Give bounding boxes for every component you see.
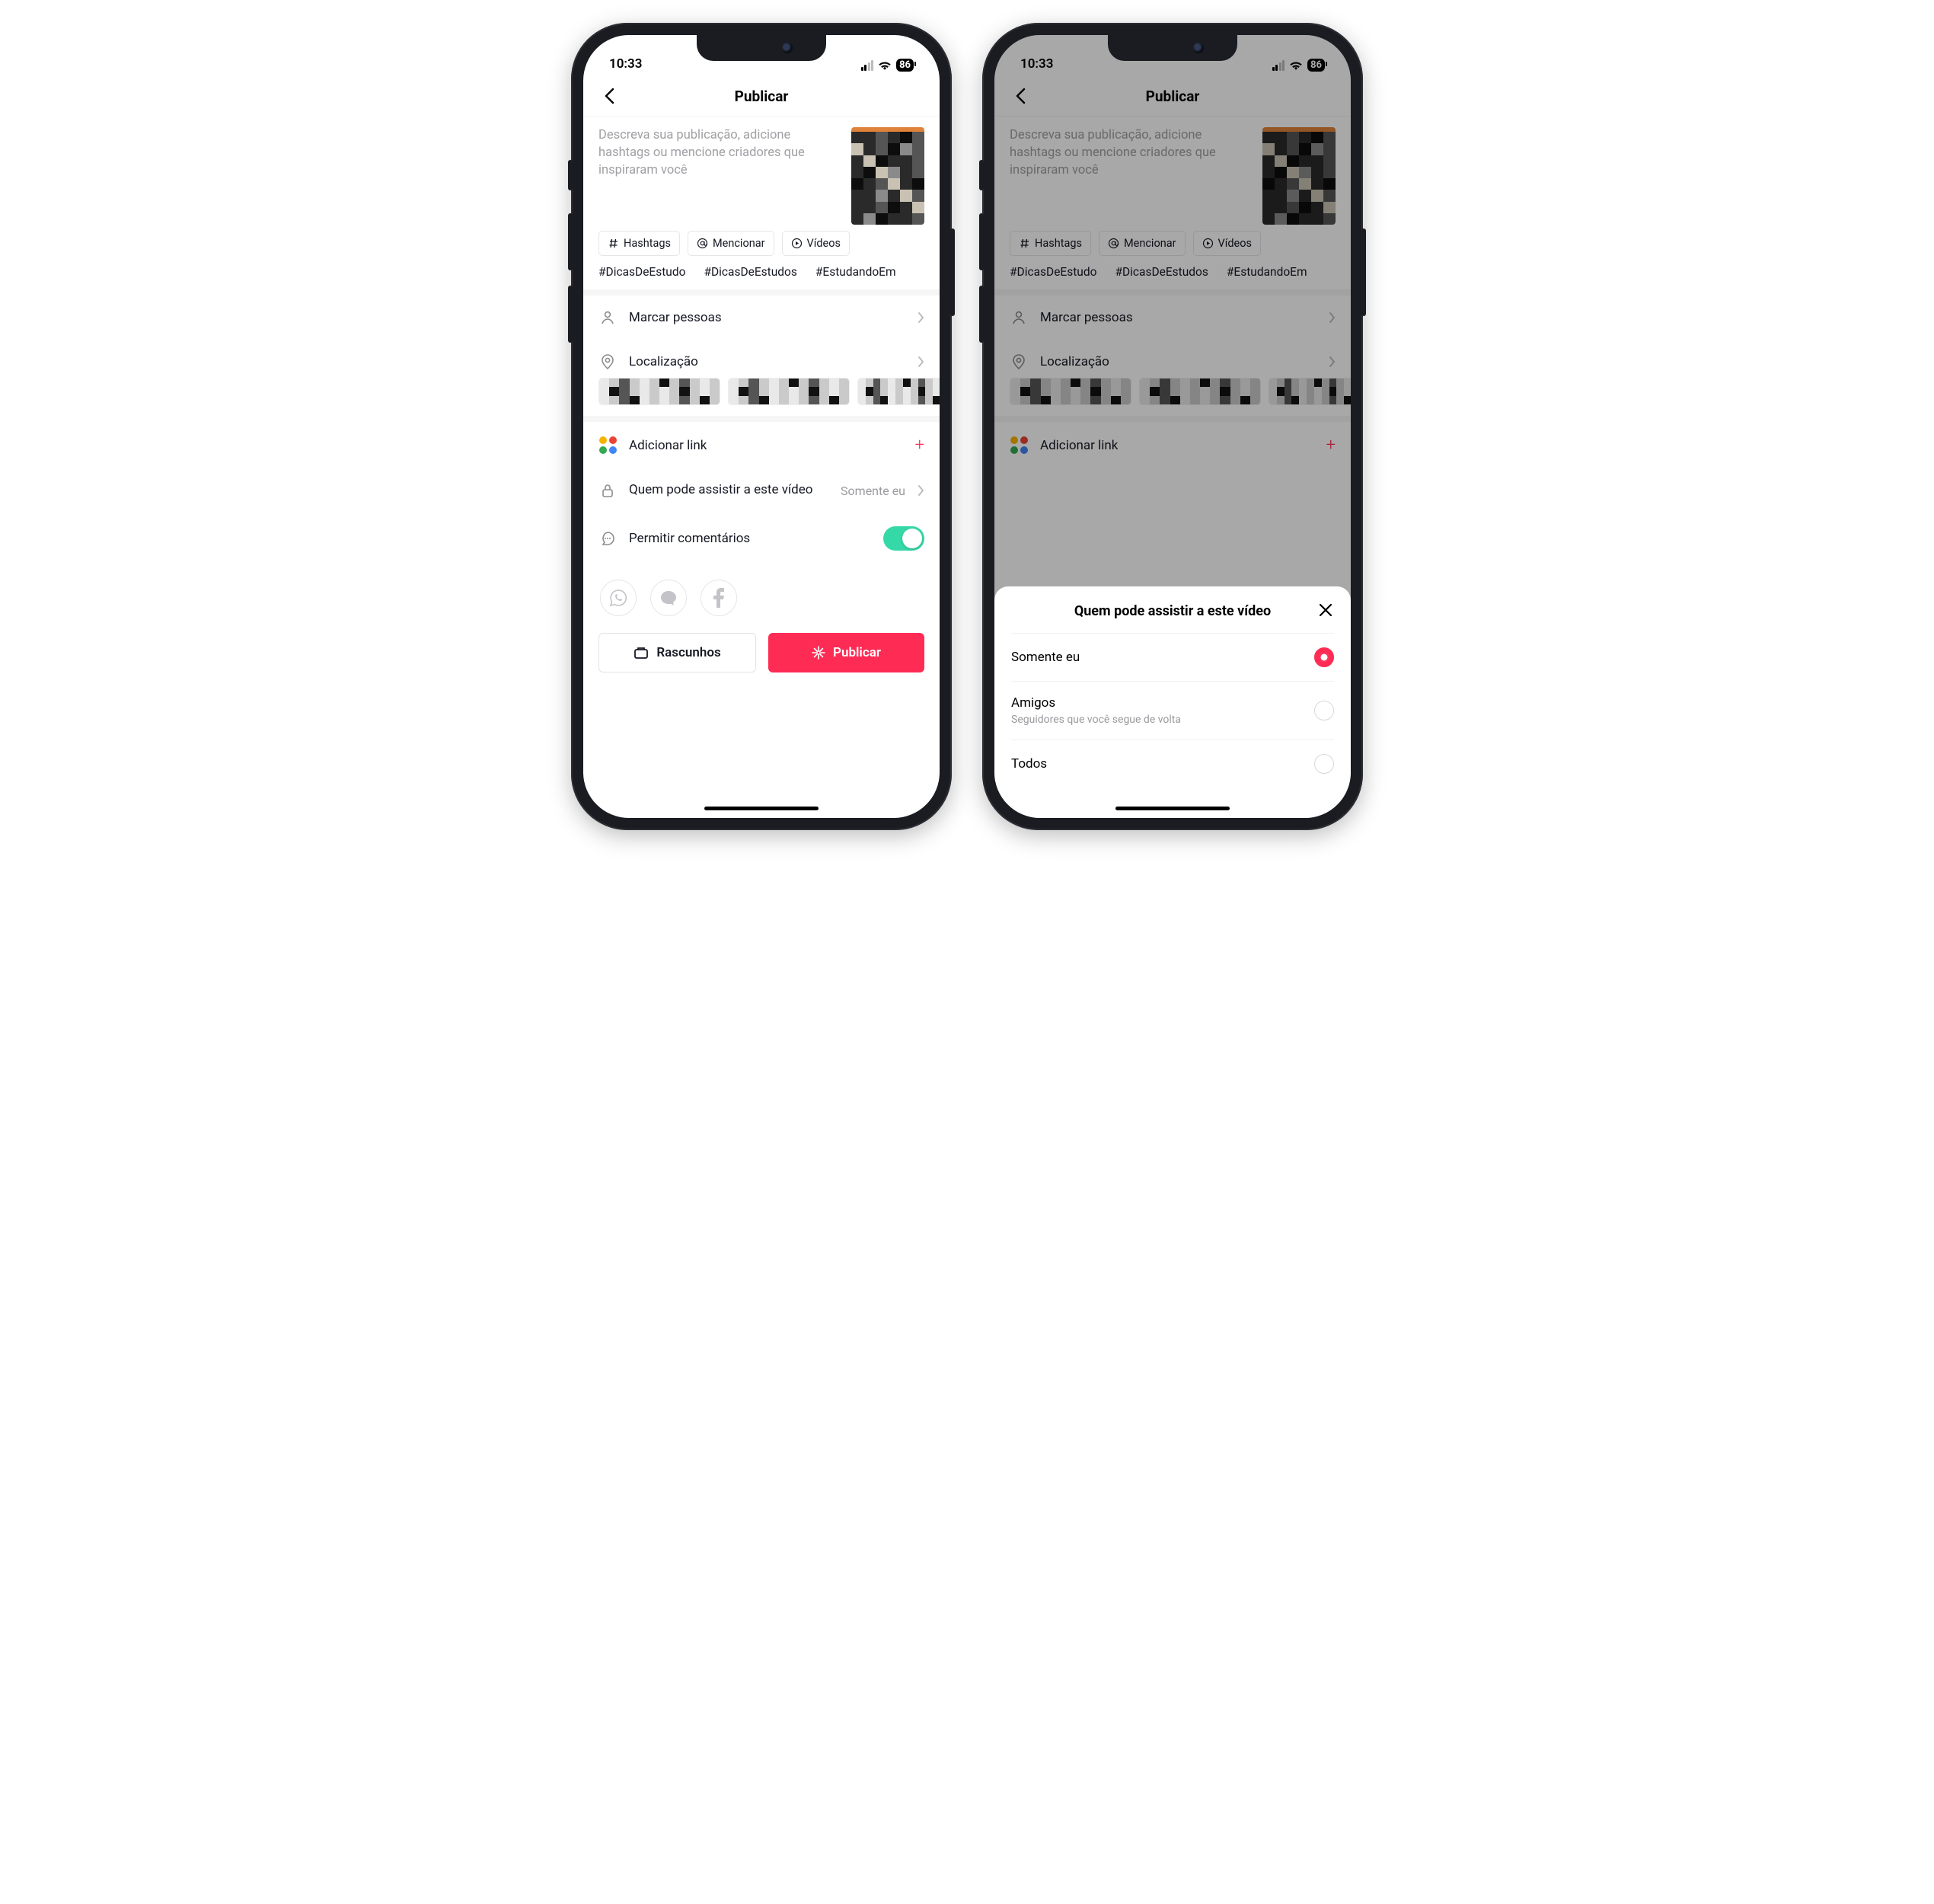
privacy-row[interactable]: Quem pode assistir a este vídeo Somente …: [583, 468, 940, 513]
comments-toggle[interactable]: [883, 526, 924, 551]
close-icon: [1317, 602, 1334, 618]
hash-icon: [608, 238, 619, 249]
hashtag-suggestion[interactable]: #DicasDeEstudo: [598, 265, 685, 279]
clock: 10:33: [609, 56, 642, 72]
play-circle-icon: [791, 238, 803, 249]
phone-frame-left: 10:33 86 Publicar Descreva sua publicaçã…: [571, 23, 952, 830]
video-thumbnail[interactable]: [851, 127, 924, 225]
videos-chip[interactable]: Vídeos: [782, 231, 850, 256]
location-suggestions[interactable]: [583, 378, 940, 416]
privacy-option-only-me[interactable]: Somente eu: [1011, 633, 1334, 681]
person-icon: [598, 309, 617, 326]
plus-icon: +: [915, 436, 924, 455]
hashtag-suggestion[interactable]: #EstudandoEm: [815, 265, 896, 279]
hashtag-suggestion[interactable]: #DicasDeEstudos: [704, 265, 796, 279]
close-button[interactable]: [1317, 602, 1334, 618]
publish-button[interactable]: Publicar: [768, 633, 924, 672]
tag-people-row[interactable]: Marcar pessoas: [583, 296, 940, 340]
share-facebook[interactable]: [701, 580, 737, 616]
cell-signal-icon: [861, 60, 874, 71]
link-apps-icon: [598, 436, 617, 454]
location-chip[interactable]: [728, 378, 850, 405]
location-chip[interactable]: [857, 378, 940, 405]
chevron-right-icon: [918, 311, 924, 324]
notch: [1108, 35, 1237, 61]
whatsapp-icon: [608, 588, 628, 608]
notch: [697, 35, 826, 61]
wifi-icon: [878, 60, 892, 71]
home-indicator: [704, 807, 819, 810]
add-link-row[interactable]: Adicionar link +: [583, 422, 940, 468]
chevron-right-icon: [918, 484, 924, 497]
caption-input[interactable]: Descreva sua publicação, adicione hashta…: [598, 127, 841, 225]
comments-row: Permitir comentários: [583, 513, 940, 564]
facebook-icon: [713, 588, 724, 608]
location-chip[interactable]: [598, 378, 720, 405]
privacy-sheet: Quem pode assistir a este vídeo Somente …: [994, 586, 1351, 818]
header: Publicar: [583, 76, 940, 116]
radio-selected-icon: [1314, 647, 1334, 667]
back-button[interactable]: [598, 85, 620, 107]
at-icon: [697, 238, 708, 249]
share-message[interactable]: [650, 580, 687, 616]
drafts-button[interactable]: Rascunhos: [598, 633, 756, 672]
mention-chip[interactable]: Mencionar: [688, 231, 774, 256]
radio-unselected-icon: [1314, 701, 1334, 720]
hashtag-suggestions[interactable]: #DicasDeEstudo #DicasDeEstudos #Estudand…: [583, 265, 940, 289]
location-row[interactable]: Localização: [583, 340, 940, 378]
privacy-option-everyone[interactable]: Todos: [1011, 740, 1334, 787]
location-icon: [598, 353, 617, 370]
phone-frame-right: 10:33 86 Publicar Descreva sua publicaçã…: [982, 23, 1363, 830]
page-title: Publicar: [735, 88, 789, 105]
lock-icon: [598, 482, 617, 499]
privacy-option-friends[interactable]: Amigos Seguidores que você segue de volt…: [1011, 681, 1334, 740]
radio-unselected-icon: [1314, 754, 1334, 774]
drafts-icon: [633, 646, 649, 660]
publish-icon: [812, 646, 825, 660]
chat-bubble-icon: [659, 588, 678, 608]
hashtags-chip[interactable]: Hashtags: [598, 231, 680, 256]
battery-icon: 86: [896, 59, 914, 72]
chevron-right-icon: [918, 356, 924, 368]
share-whatsapp[interactable]: [600, 580, 637, 616]
sheet-title: Quem pode assistir a este vídeo: [1074, 603, 1271, 619]
comment-icon: [598, 530, 617, 547]
home-indicator: [1115, 807, 1230, 810]
